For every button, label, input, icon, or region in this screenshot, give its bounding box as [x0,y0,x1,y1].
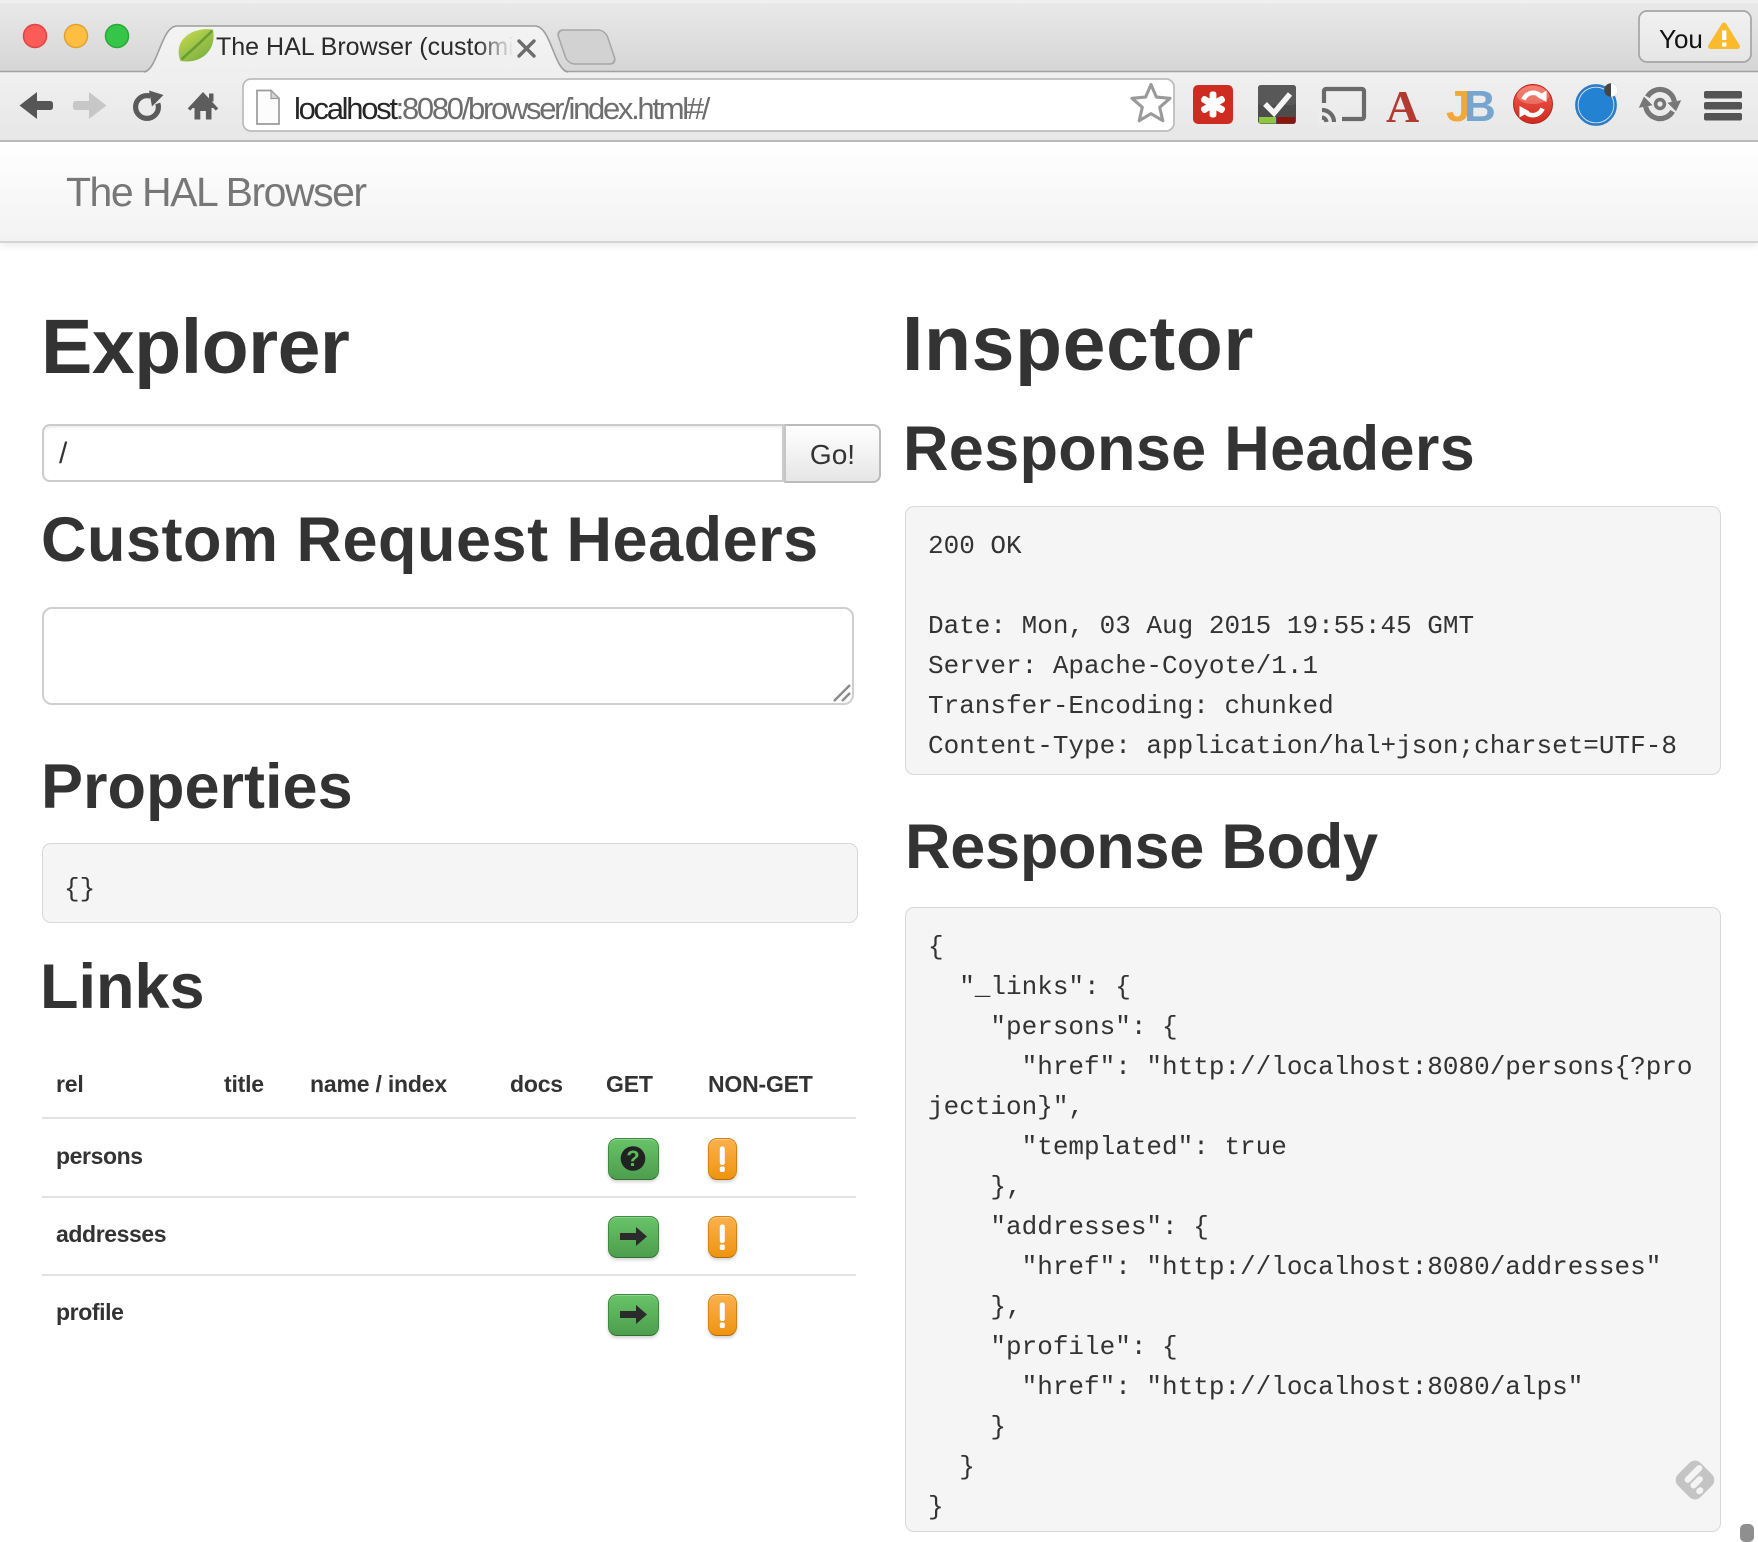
svg-text:?: ? [626,1146,639,1171]
svg-text:A: A [1386,81,1419,132]
svg-text:B: B [1464,82,1496,131]
